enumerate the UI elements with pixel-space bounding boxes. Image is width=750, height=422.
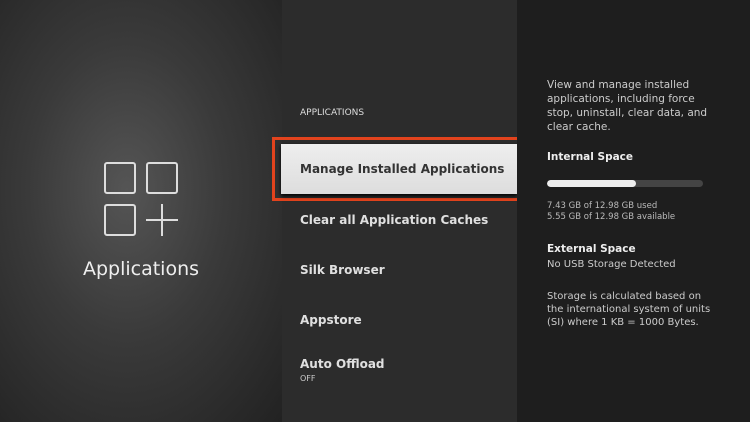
menu-item-clear-caches[interactable]: Clear all Application Caches (300, 213, 488, 227)
auto-offload-status: OFF (300, 374, 316, 383)
external-status: No USB Storage Detected (547, 259, 676, 270)
used-text: 7.43 GB of 12.98 GB used (547, 201, 658, 211)
internal-space-bar (547, 180, 703, 187)
menu-item-manage-installed-applications[interactable]: Manage Installed Applications (281, 144, 517, 194)
menu-item-label: Manage Installed Applications (300, 162, 505, 176)
storage-note: Storage is calculated based on the inter… (547, 291, 711, 328)
external-space-title: External Space (547, 243, 636, 255)
category-title: Applications (82, 258, 200, 280)
section-header: APPLICATIONS (300, 108, 365, 118)
apps-grid-plus-icon (104, 162, 178, 236)
menu-item-silk-browser[interactable]: Silk Browser (300, 263, 385, 277)
internal-space-fill (547, 180, 637, 187)
menu-item-appstore[interactable]: Appstore (300, 313, 362, 327)
internal-space-title: Internal Space (547, 151, 634, 163)
description: View and manage installed applications, … (547, 79, 708, 133)
menu-item-auto-offload[interactable]: Auto Offload (300, 357, 385, 371)
available-text: 5.55 GB of 12.98 GB available (547, 212, 676, 222)
